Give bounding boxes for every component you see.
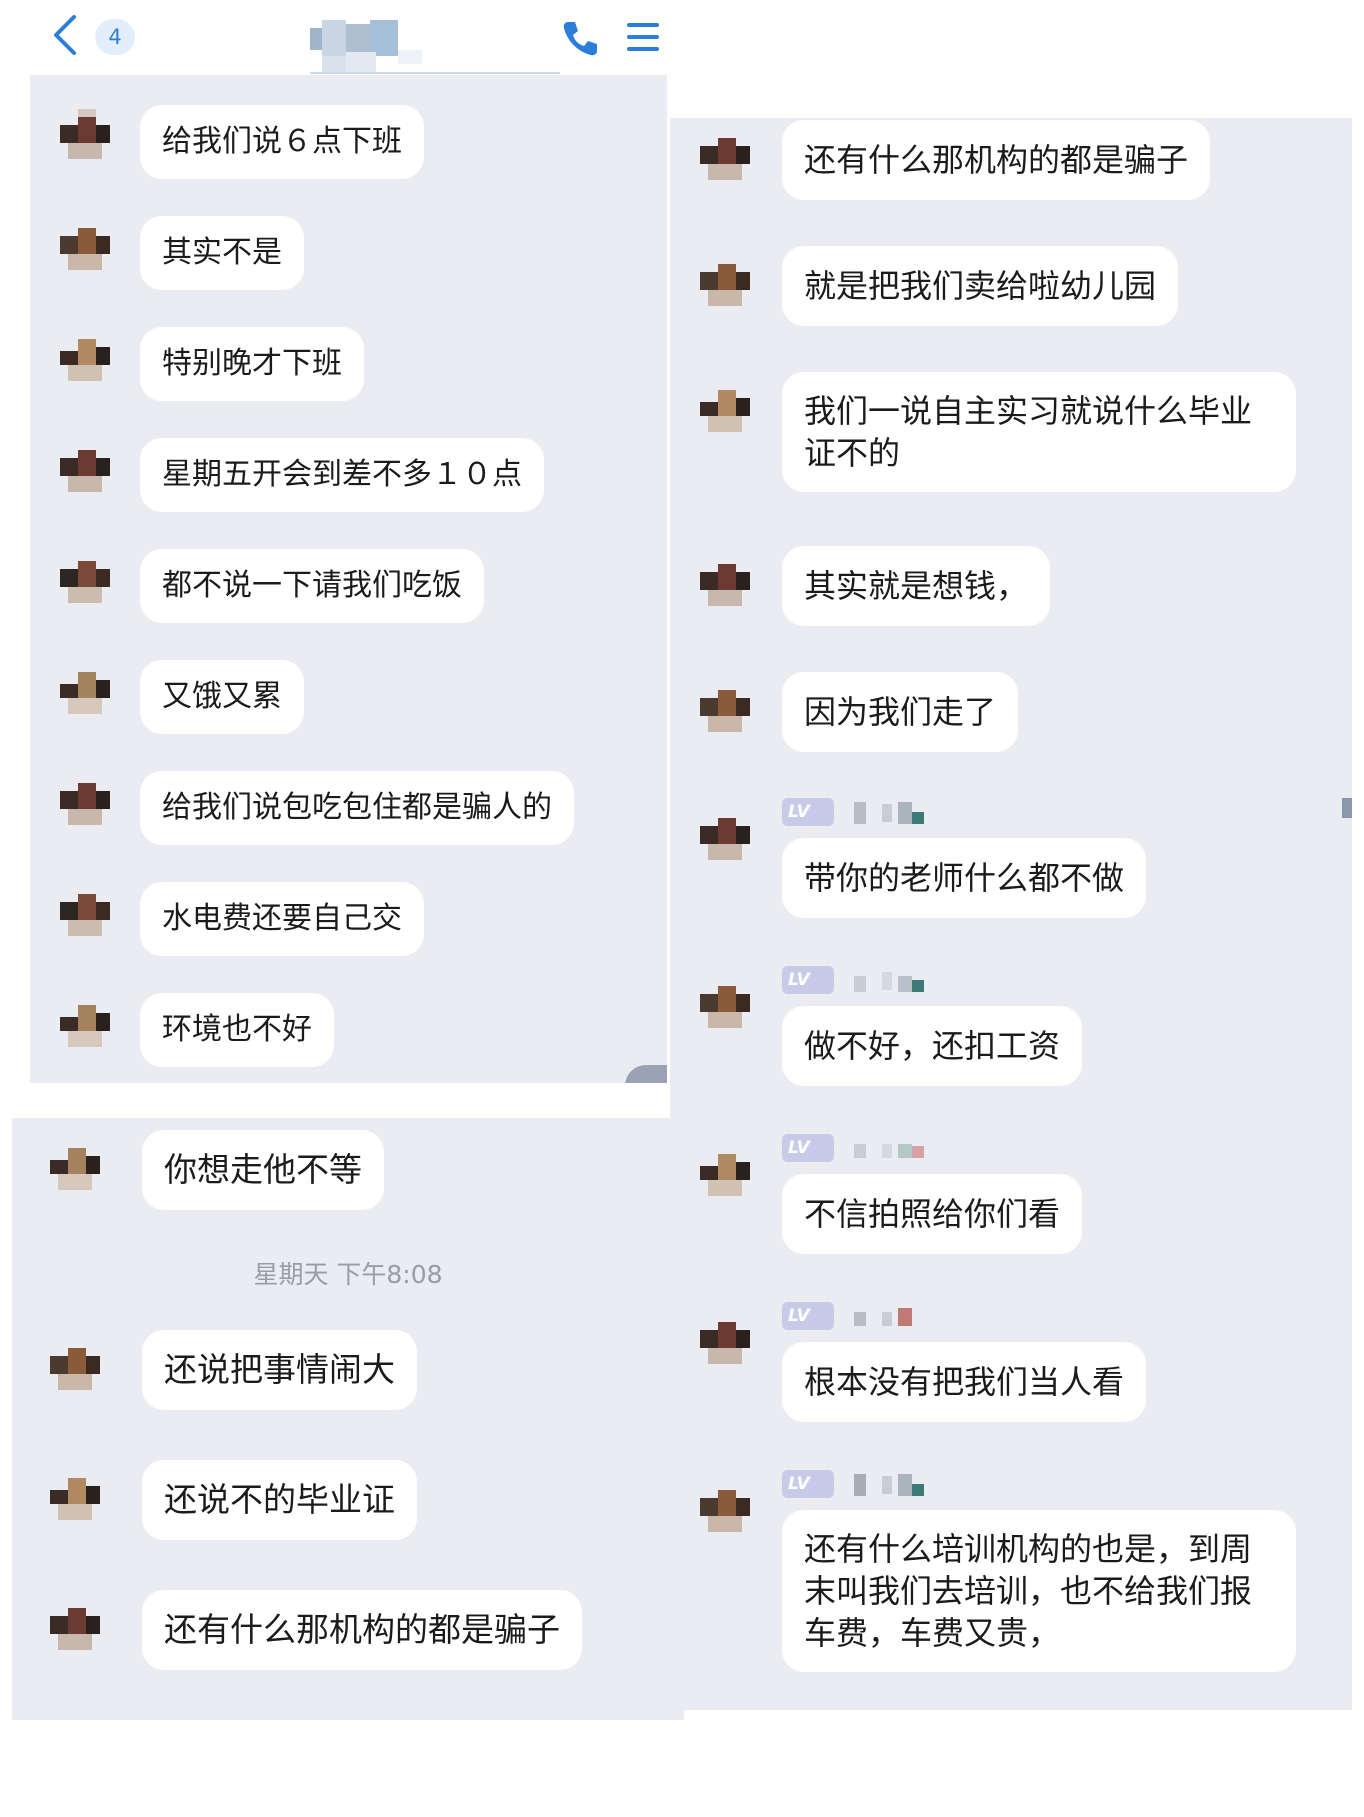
message-bubble: 做不好，还扣工资 — [782, 1006, 1083, 1086]
message-bubble: 环境也不好 — [140, 993, 334, 1067]
unread-count-badge[interactable]: 4 — [95, 19, 135, 55]
blurred-avatar — [700, 690, 750, 732]
message-bubble: 就是把我们卖给啦幼儿园 — [782, 246, 1179, 326]
chat-screenshot-left-bottom: 你想走他不等 星期天 下午8:08 还说把事情闹大 还说不的毕业证 还有什么那机… — [12, 1118, 684, 1720]
blurred-avatar — [700, 390, 750, 432]
blurred-avatar — [700, 1154, 750, 1196]
blurred-avatar — [700, 986, 750, 1028]
chat-screenshot-left-top: 给我们说６点下班 其实不是 特别晚才下班 星期五开会到差不多１０点 都不说一下请… — [30, 75, 667, 1083]
message-bubble: 还有什么那机构的都是骗子 — [782, 120, 1211, 200]
blurred-avatar — [60, 672, 110, 714]
message-bubble: 特别晚才下班 — [140, 327, 364, 401]
level-tag: LV — [782, 798, 834, 826]
message-bubble: 因为我们走了 — [782, 672, 1019, 752]
message-bubble: 水电费还要自己交 — [140, 882, 424, 956]
level-tag: LV — [782, 1134, 834, 1162]
blurred-avatar — [700, 818, 750, 860]
blurred-avatar — [60, 894, 110, 936]
blurred-avatar — [50, 1608, 100, 1650]
blurred-avatar — [60, 1005, 110, 1047]
blurred-avatar — [60, 339, 110, 381]
message-bubble: 其实不是 — [140, 216, 304, 290]
blurred-sender-name — [854, 972, 924, 992]
blurred-sender-name — [854, 1308, 912, 1326]
blurred-avatar — [50, 1478, 100, 1520]
phone-icon[interactable] — [560, 18, 600, 58]
message-bubble: 给我们说６点下班 — [140, 105, 424, 179]
blurred-avatar — [700, 1490, 750, 1532]
message-bubble: 又饿又累 — [140, 660, 304, 734]
level-tag: LV — [782, 1470, 834, 1498]
blurred-avatar — [60, 109, 110, 159]
menu-icon[interactable] — [625, 20, 661, 54]
message-bubble: 根本没有把我们当人看 — [782, 1342, 1147, 1422]
message-bubble: 你想走他不等 — [142, 1130, 384, 1210]
blurred-sender-name — [854, 802, 924, 824]
blurred-avatar — [50, 1348, 100, 1390]
blurred-avatar — [60, 228, 110, 270]
message-bubble: 给我们说包吃包住都是骗人的 — [140, 771, 574, 845]
message-bubble: 还有什么培训机构的也是，到周末叫我们去培训，也不给我们报车费，车费又贵， — [782, 1510, 1296, 1672]
level-tag: LV — [782, 966, 834, 994]
scroll-edge-marker — [1342, 798, 1352, 818]
blurred-avatar — [60, 783, 110, 825]
message-bubble: 还有什么那机构的都是骗子 — [142, 1590, 582, 1670]
scroll-indicator[interactable] — [625, 1065, 667, 1083]
message-bubble: 带你的老师什么都不做 — [782, 838, 1147, 918]
chevron-left-icon[interactable] — [50, 13, 80, 57]
message-bubble: 星期五开会到差不多１０点 — [140, 438, 544, 512]
blurred-sender-name — [854, 1474, 924, 1496]
blurred-chat-title — [310, 20, 422, 72]
message-bubble: 我们一说自主实习就说什么毕业证不的 — [782, 372, 1296, 492]
blurred-avatar — [700, 138, 750, 180]
chat-screenshot-right: 还有什么那机构的都是骗子 就是把我们卖给啦幼儿园 我们一说自主实习就说什么毕业证… — [670, 118, 1352, 1710]
message-timestamp: 星期天 下午8:08 — [253, 1260, 443, 1289]
blurred-avatar — [60, 450, 110, 492]
blurred-avatar — [50, 1148, 100, 1190]
message-bubble: 其实就是想钱， — [782, 546, 1051, 626]
message-bubble: 还说不的毕业证 — [142, 1460, 417, 1540]
blurred-avatar — [700, 1322, 750, 1364]
header-divider — [310, 72, 560, 74]
chat-header: 4 — [0, 0, 680, 75]
message-bubble: 都不说一下请我们吃饭 — [140, 549, 484, 623]
level-tag: LV — [782, 1302, 834, 1330]
message-bubble: 不信拍照给你们看 — [782, 1174, 1083, 1254]
blurred-avatar — [700, 264, 750, 306]
message-bubble: 还说把事情闹大 — [142, 1330, 417, 1410]
blurred-sender-name — [854, 1144, 924, 1158]
blurred-avatar — [700, 564, 750, 606]
blurred-avatar — [60, 561, 110, 603]
